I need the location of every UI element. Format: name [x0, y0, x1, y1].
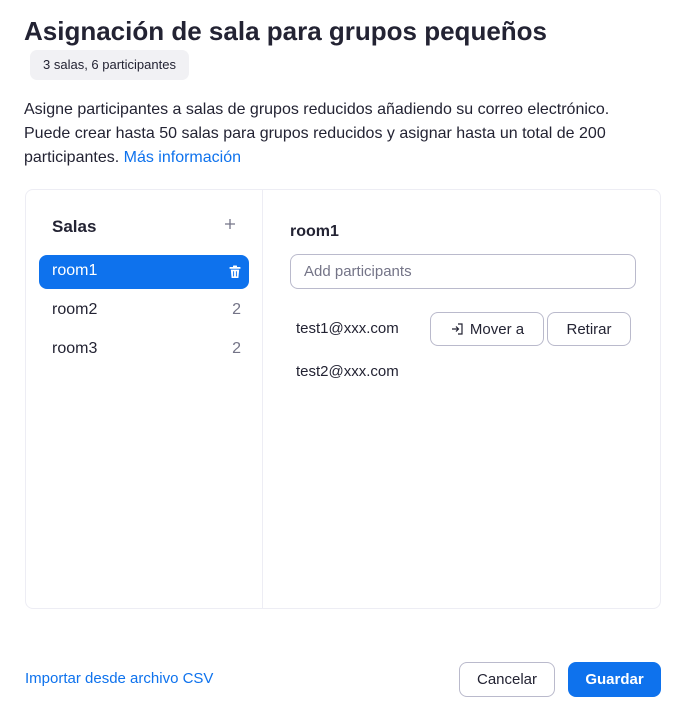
- room-item-room3[interactable]: room3 2: [39, 333, 249, 367]
- description-line-3: participantes. Más información: [24, 146, 654, 170]
- import-csv-link[interactable]: Importar desde archivo CSV: [25, 670, 213, 687]
- trash-icon[interactable]: [229, 265, 241, 279]
- participant-email: test2@xxx.com: [296, 363, 399, 380]
- assignment-panel: Salas room1 room2 2 room3 2 room1 test1@…: [25, 189, 661, 609]
- more-info-link[interactable]: Más información: [124, 149, 241, 166]
- rooms-sidebar: Salas room1 room2 2 room3 2: [26, 190, 263, 608]
- room-item-room1[interactable]: room1: [39, 255, 249, 289]
- room-name: room1: [52, 262, 98, 279]
- move-to-button[interactable]: Mover a: [430, 312, 544, 346]
- description-line-3-text: participantes.: [24, 149, 120, 166]
- cancel-button[interactable]: Cancelar: [459, 662, 555, 697]
- room-item-room2[interactable]: room2 2: [39, 294, 249, 328]
- description: Asigne participantes a salas de grupos r…: [24, 98, 654, 170]
- room-name: room3: [52, 340, 98, 357]
- plus-icon[interactable]: [223, 217, 237, 231]
- dialog-title: Asignación de sala para grupos pequeños: [24, 16, 548, 46]
- participant-email: test1@xxx.com: [296, 320, 399, 337]
- description-line-2: Puede crear hasta 50 salas para grupos r…: [24, 125, 606, 142]
- description-line-1: Asigne participantes a salas de grupos r…: [24, 101, 610, 118]
- room-detail: room1 test1@xxx.com Mover a Retirar test…: [264, 190, 661, 608]
- move-to-label: Mover a: [469, 320, 525, 338]
- room-participant-count: 2: [232, 301, 241, 318]
- summary-badge: 3 salas, 6 participantes: [30, 50, 189, 80]
- move-to-icon: [450, 322, 464, 336]
- selected-room-title: room1: [290, 223, 339, 240]
- room-participant-count: 2: [232, 340, 241, 357]
- remove-button[interactable]: Retirar: [547, 312, 631, 346]
- sidebar-title: Salas: [52, 217, 97, 236]
- save-button[interactable]: Guardar: [568, 662, 661, 697]
- room-name: room2: [52, 301, 98, 318]
- add-participants-input[interactable]: [290, 254, 636, 289]
